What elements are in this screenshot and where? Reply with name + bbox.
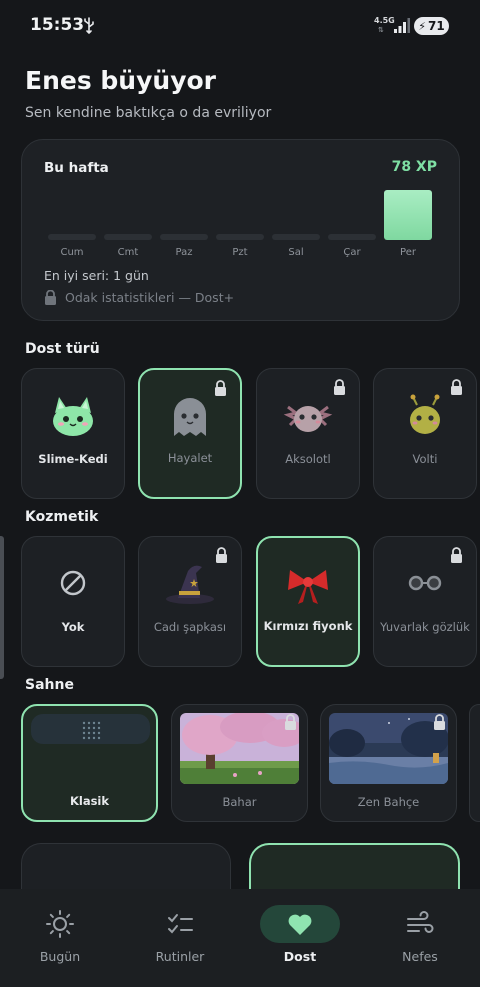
lock-icon [451, 547, 462, 563]
page-subtitle: Sen kendine baktıkça o da evriliyor [25, 105, 272, 121]
none-icon [60, 570, 86, 596]
companion-label: Volti [412, 452, 438, 466]
scene-label: Bahar [222, 795, 257, 809]
week-day-label: Paz [175, 247, 193, 258]
lock-icon [451, 379, 462, 395]
volti-icon [410, 394, 440, 434]
nav-label: Bugün [39, 949, 81, 964]
round-glasses-icon [408, 575, 442, 591]
checklist-icon [168, 914, 193, 934]
cosmetic-label: Kırmızı fiyonk [263, 619, 353, 633]
status-bar: 15:53 4.5G ⇅ ⚡ 71 [0, 0, 480, 52]
best-streak: En iyi seri: 1 gün [44, 268, 149, 283]
weekly-progress-card: Bu hafta 78 XP Cum Cmt Paz Pzt Sal Çar Per En … [21, 139, 460, 321]
cosmetic-label: Yok [61, 620, 85, 634]
companion-label: Hayalet [167, 451, 213, 465]
lock-icon [434, 714, 445, 730]
witch-hat-icon [166, 565, 214, 604]
cosmetic-red-bow[interactable]: Kırmızı fiyonk [256, 536, 360, 667]
data-arrows-icon: ⇅ [378, 26, 384, 34]
cosmetic-label: Cadı şapkası [153, 620, 227, 634]
sun-icon [46, 910, 74, 938]
lock-icon [334, 379, 345, 395]
week-bar [384, 190, 432, 240]
dot-grid-icon [82, 721, 101, 740]
cosmetic-witch-hat[interactable]: Cadı şapkası [138, 536, 242, 667]
week-title: Bu hafta [44, 160, 109, 176]
nav-item-breath[interactable]: Nefes [360, 889, 480, 987]
week-day-label: Sal [288, 247, 304, 258]
section-title-companion: Dost türü [25, 341, 100, 357]
red-bow-icon [288, 570, 328, 604]
scene-classic[interactable]: Klasik [21, 704, 158, 822]
week-day-label: Pzt [232, 247, 248, 258]
page-title: Enes büyüyor [25, 66, 217, 95]
nav-label: Rutinler [155, 949, 205, 964]
companion-ghost[interactable]: Hayalet [138, 368, 242, 499]
week-bar [48, 234, 96, 240]
heart-icon [288, 914, 312, 935]
week-bar [104, 234, 152, 240]
spring-scene-preview [180, 713, 299, 784]
nav-item-routines[interactable]: Rutinler [120, 889, 240, 987]
zen-garden-scene-preview [329, 713, 448, 784]
companion-volti[interactable]: Volti [373, 368, 477, 499]
nav-item-companion[interactable]: Dost [240, 889, 360, 987]
network-type: 4.5G [374, 16, 395, 25]
week-xp: 78 XP [391, 159, 437, 175]
scene-label: Zen Bahçe [357, 795, 420, 809]
section-title-cosmetics: Kozmetik [25, 509, 99, 525]
signal-icon [394, 18, 410, 33]
lock-icon [216, 547, 227, 563]
week-bar [328, 234, 376, 240]
companion-label: Slime-Kedi [38, 452, 108, 466]
slime-cat-icon [53, 397, 93, 436]
companion-label: Aksolotl [285, 452, 331, 466]
scene-next-partial[interactable] [469, 704, 480, 822]
cosmetic-round-glasses[interactable]: Yuvarlak gözlük [373, 536, 477, 667]
nav-label: Nefes [402, 949, 438, 964]
cosmetic-label: Yuvarlak gözlük [380, 620, 470, 634]
ghost-icon [174, 398, 206, 436]
locked-stats-label: Odak istatistikleri — Dost+ [65, 290, 235, 305]
status-time: 15:53 [30, 15, 85, 35]
nav-label: Dost [283, 949, 317, 964]
usb-icon [84, 17, 94, 34]
companion-slime-cat[interactable]: Slime-Kedi [21, 368, 125, 499]
week-bar [216, 234, 264, 240]
axolotl-icon [283, 405, 333, 432]
classic-scene-preview [31, 714, 150, 744]
week-bar [272, 234, 320, 240]
week-day-label: Cmt [117, 247, 139, 258]
scene-zen-garden[interactable]: Zen Bahçe [320, 704, 457, 822]
week-day-label: Per [400, 247, 416, 258]
lock-icon [285, 714, 296, 730]
edge-panel-handle[interactable] [0, 536, 4, 679]
battery-indicator: ⚡ 71 [414, 17, 449, 35]
scene-label: Klasik [69, 794, 110, 808]
wind-icon [407, 911, 434, 933]
week-day-label: Cum [60, 247, 84, 258]
nav-item-today[interactable]: Bugün [0, 889, 120, 987]
charging-icon: ⚡ [418, 19, 427, 33]
cosmetic-none[interactable]: Yok [21, 536, 125, 667]
companion-axolotl[interactable]: Aksolotl [256, 368, 360, 499]
week-day-label: Çar [343, 247, 361, 258]
week-bar [160, 234, 208, 240]
scene-spring[interactable]: Bahar [171, 704, 308, 822]
bottom-navigation: Bugün Rutinler Dost Nefes [0, 889, 480, 987]
locked-focus-stats[interactable]: Odak istatistikleri — Dost+ [44, 290, 234, 305]
section-title-scene: Sahne [25, 677, 74, 693]
lock-icon [45, 290, 56, 305]
battery-level: 71 [428, 19, 445, 33]
